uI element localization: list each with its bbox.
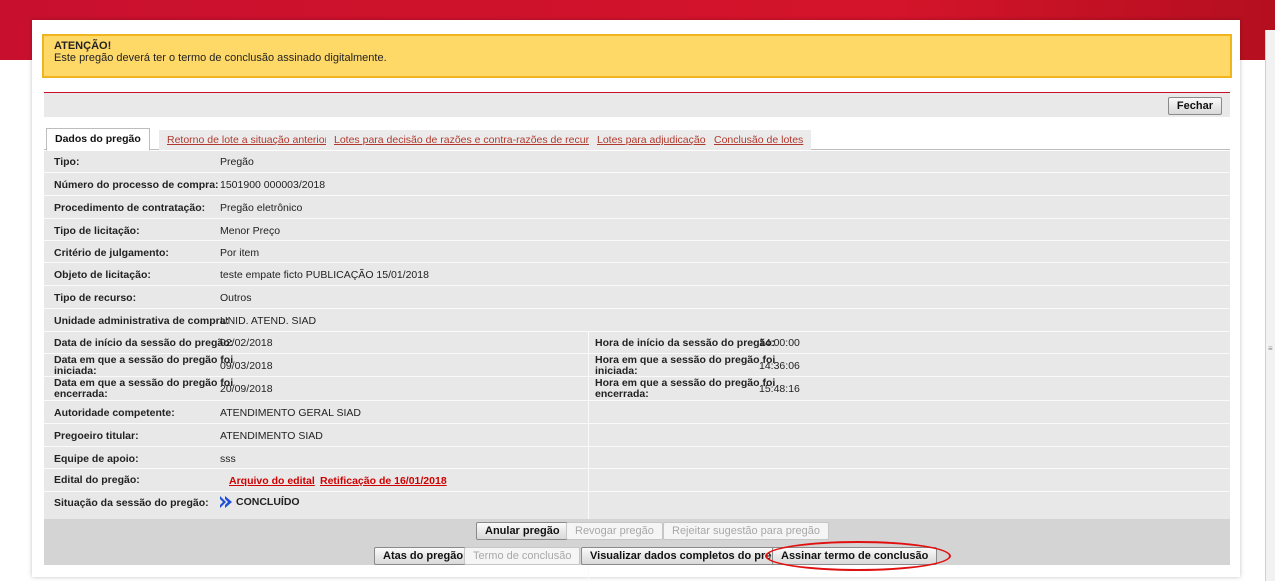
field-value: Outros <box>220 292 252 304</box>
revogar-pregao-button[interactable]: Revogar pregão <box>566 522 663 540</box>
field-label: Hora em que a sessão do pregão foi inicia… <box>595 355 775 377</box>
field-label: Hora de início da sessão do pregão: <box>595 337 776 349</box>
field-label: Tipo de licitação: <box>54 225 140 237</box>
table-row: Tipo de licitação: Menor Preço <box>44 219 1230 241</box>
field-value: ATENDIMENTO GERAL SIAD <box>220 407 361 419</box>
field-value: ATENDIMENTO SIAD <box>220 430 323 442</box>
termo-conclusao-button[interactable]: Termo de conclusão <box>464 547 581 565</box>
field-label: Pregoeiro titular: <box>54 430 139 442</box>
field-value: 02/02/2018 <box>220 337 273 349</box>
status-badge: CONCLUÍDO <box>220 496 300 508</box>
field-label: Edital do pregão: <box>54 474 140 486</box>
table-row: Autoridade competente: ATENDIMENTO GERAL… <box>44 401 1230 424</box>
table-row: Edital do pregão: Arquivo do edital Reti… <box>44 469 1230 492</box>
table-row: Tipo de recurso: Outros <box>44 286 1230 309</box>
retificacao-link[interactable]: Retificação de 16/01/2018 <box>320 475 447 487</box>
field-value: teste empate ficto PUBLICAÇÃO 15/01/2018 <box>220 269 429 281</box>
table-row: Pregoeiro titular: ATENDIMENTO SIAD <box>44 424 1230 447</box>
field-label: Data em que a sessão do pregão foi inicia… <box>54 355 233 377</box>
field-value: 1501900 000003/2018 <box>220 179 326 191</box>
field-value: Pregão <box>220 156 254 168</box>
field-label-line: iniciada: <box>54 365 97 377</box>
table-row: Tipo: Pregão <box>44 151 1230 173</box>
field-label: Critério de julgamento: <box>54 247 169 259</box>
field-label: Objeto de licitação: <box>54 269 151 281</box>
tab-dados-pregao[interactable]: Dados do pregão <box>46 128 150 151</box>
tab-lotes-decisao-recurso[interactable]: Lotes para decisão de razões e contra-ra… <box>326 130 609 150</box>
table-row: Data em que a sessão do pregão foi inicia… <box>44 354 1230 377</box>
table-row: Situação da sessão do pregão: CONCLUÍDO <box>44 492 1230 516</box>
scrollbar[interactable]: ≡ <box>1265 30 1275 581</box>
field-value: 15:48:16 <box>759 383 800 395</box>
field-value: 14:36:06 <box>759 360 800 372</box>
field-value: Menor Preço <box>220 225 281 237</box>
field-value: 09/03/2018 <box>220 360 273 372</box>
close-button[interactable]: Fechar <box>1167 97 1222 115</box>
field-label: Hora em que a sessão do pregão foi encerr… <box>595 378 775 400</box>
tab-lotes-adjudicacao[interactable]: Lotes para adjudicação <box>589 130 714 150</box>
highlight-ellipse <box>765 541 951 571</box>
scroll-grip-icon: ≡ <box>1268 344 1273 353</box>
table-row: Data em que a sessão do pregão foi encerr… <box>44 377 1230 401</box>
alert-title: ATENÇÃO! <box>54 40 112 52</box>
warning-alert: ATENÇÃO! Este pregão deverá ter o termo … <box>42 34 1232 78</box>
status-value: CONCLUÍDO <box>236 496 300 508</box>
actions-bar: Anular pregão Revogar pregão Rejeitar su… <box>44 519 1230 565</box>
table-row: Número do processo de compra: 1501900 00… <box>44 173 1230 196</box>
table-row: Data de início da sessão do pregão: 02/0… <box>44 332 1230 354</box>
double-chevron-right-icon <box>220 496 232 508</box>
field-label-line: encerrada: <box>54 388 108 400</box>
field-label: Unidade administrativa de compra: <box>54 315 230 327</box>
field-value: sss <box>220 453 236 465</box>
anular-pregao-button[interactable]: Anular pregão <box>476 522 569 540</box>
field-value: 20/09/2018 <box>220 383 273 395</box>
field-label: Equipe de apoio: <box>54 453 139 465</box>
table-row: Equipe de apoio: sss <box>44 447 1230 469</box>
field-value: 14:00:00 <box>759 337 800 349</box>
field-label: Data em que a sessão do pregão foi encerr… <box>54 378 233 400</box>
field-value: Pregão eletrônico <box>220 202 303 214</box>
field-label: Situação da sessão do pregão: <box>54 497 209 509</box>
field-value: UNID. ATEND. SIAD <box>220 315 317 327</box>
tab-conclusao-lotes[interactable]: Conclusão de lotes <box>706 130 812 150</box>
toolbar: Fechar <box>44 93 1230 117</box>
table-row: Procedimento de contratação: Pregão elet… <box>44 196 1230 219</box>
field-label: Data de início da sessão do pregão: <box>54 337 234 349</box>
tab-retorno-lote[interactable]: Retorno de lote a situação anterior <box>159 130 337 150</box>
table-row: Objeto de licitação: teste empate ficto … <box>44 263 1230 286</box>
alert-message: Este pregão deverá ter o termo de conclu… <box>54 52 387 64</box>
table-row: Unidade administrativa de compra: UNID. … <box>44 309 1230 332</box>
atas-pregao-button[interactable]: Atas do pregão <box>374 547 473 565</box>
pregao-details-table: Tipo: Pregão Número do processo de compr… <box>44 151 1230 581</box>
field-label: Autoridade competente: <box>54 407 175 419</box>
edital-file-link[interactable]: Arquivo do edital <box>229 475 315 487</box>
table-row: Critério de julgamento: Por item <box>44 241 1230 263</box>
field-label: Tipo de recurso: <box>54 292 137 304</box>
field-label: Número do processo de compra: <box>54 179 219 191</box>
rejeitar-sugestao-button[interactable]: Rejeitar sugestão para pregão <box>663 522 829 540</box>
field-label-line: iniciada: <box>595 365 638 377</box>
field-label-line: encerrada: <box>595 388 649 400</box>
field-label: Procedimento de contratação: <box>54 202 206 214</box>
field-label: Tipo: <box>54 156 80 168</box>
field-value: Por item <box>220 247 260 259</box>
modal-panel: ATENÇÃO! Este pregão deverá ter o termo … <box>32 20 1240 581</box>
tab-bar: Dados do pregão Retorno de lote a situaç… <box>44 128 1230 151</box>
